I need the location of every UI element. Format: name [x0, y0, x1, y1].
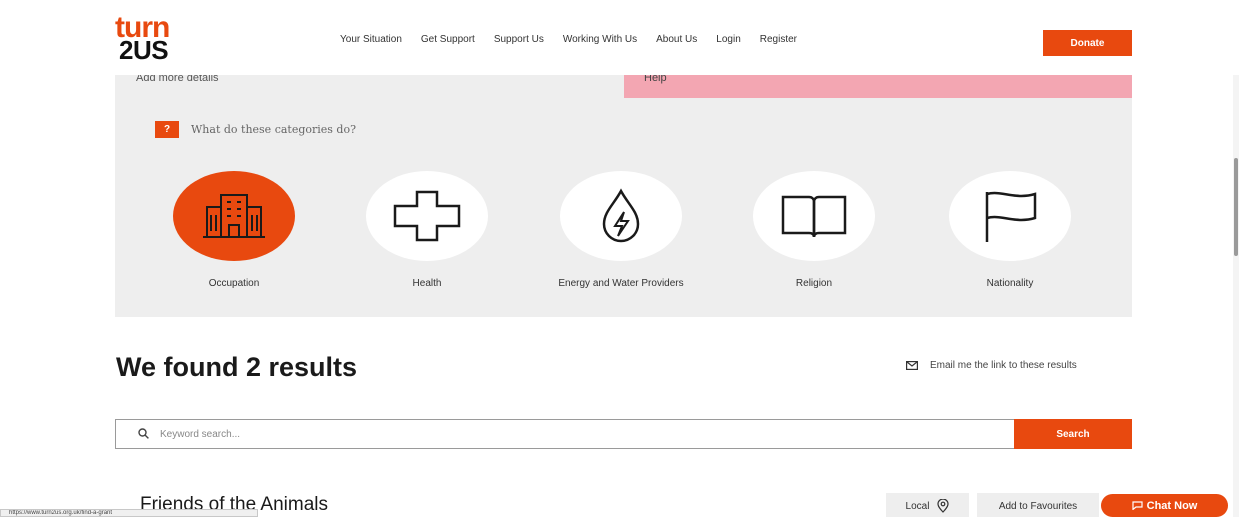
- categories-info[interactable]: ? What do these categories do?: [155, 121, 356, 138]
- nav-get-support[interactable]: Get Support: [421, 34, 475, 45]
- chat-now-button[interactable]: Chat Now: [1101, 494, 1228, 517]
- nav-about-us[interactable]: About Us: [656, 34, 697, 45]
- water-energy-icon: [602, 188, 640, 243]
- add-to-favourites-button[interactable]: Add to Favourites: [977, 493, 1099, 517]
- category-nationality[interactable]: Nationality: [910, 171, 1110, 289]
- category-health[interactable]: Health: [327, 171, 527, 289]
- category-circle: [173, 171, 295, 261]
- nav-register[interactable]: Register: [760, 34, 797, 45]
- logo-text-bottom: 2US: [119, 35, 169, 65]
- category-label: Energy and Water Providers: [558, 278, 684, 289]
- flag-icon: [985, 191, 1037, 242]
- turn2us-logo[interactable]: turn 2US: [115, 13, 207, 65]
- category-circle: [753, 171, 875, 261]
- category-circle: [949, 171, 1071, 261]
- category-occupation[interactable]: Occupation: [134, 171, 334, 289]
- nav-login[interactable]: Login: [716, 34, 740, 45]
- category-circle: [366, 171, 488, 261]
- chat-now-label: Chat Now: [1146, 499, 1198, 512]
- category-label: Health: [412, 278, 442, 289]
- site-header: turn 2US Your Situation Get Support Supp…: [0, 0, 1239, 75]
- search-button[interactable]: Search: [1014, 419, 1132, 449]
- results-heading: We found 2 results: [116, 352, 358, 382]
- categories-info-text: What do these categories do?: [191, 123, 356, 136]
- local-label: Local: [905, 500, 930, 512]
- page-scrollbar[interactable]: [1233, 0, 1239, 517]
- category-circle: [560, 171, 682, 261]
- chat-bubble-icon: [1132, 501, 1143, 510]
- category-religion[interactable]: Religion: [714, 171, 914, 289]
- location-pin-icon: [937, 499, 950, 513]
- category-energy-water[interactable]: Energy and Water Providers: [521, 171, 721, 289]
- local-button[interactable]: Local: [886, 493, 969, 517]
- category-label: Nationality: [986, 278, 1034, 289]
- cross-icon: [393, 190, 461, 242]
- nav-your-situation[interactable]: Your Situation: [340, 34, 402, 45]
- main-nav: Your Situation Get Support Support Us Wo…: [340, 34, 797, 45]
- keyword-search-input[interactable]: [160, 424, 1010, 444]
- building-icon: [203, 194, 265, 238]
- envelope-icon: [906, 361, 918, 370]
- category-label: Religion: [795, 278, 833, 289]
- book-icon: [781, 195, 847, 238]
- nav-working-with-us[interactable]: Working With Us: [563, 34, 637, 45]
- status-bar-url: https://www.turn2us.org.uk/find-a-grant: [0, 509, 258, 517]
- scrollbar-thumb[interactable]: [1234, 158, 1238, 256]
- category-label: Occupation: [208, 278, 260, 289]
- nav-support-us[interactable]: Support Us: [494, 34, 544, 45]
- donate-button[interactable]: Donate: [1043, 30, 1132, 56]
- question-icon: ?: [155, 121, 179, 138]
- search-icon: [138, 428, 149, 439]
- keyword-search-box: [115, 419, 1132, 449]
- email-results-text: Email me the link to these results: [930, 360, 1077, 371]
- email-results-link[interactable]: Email me the link to these results: [906, 360, 1077, 371]
